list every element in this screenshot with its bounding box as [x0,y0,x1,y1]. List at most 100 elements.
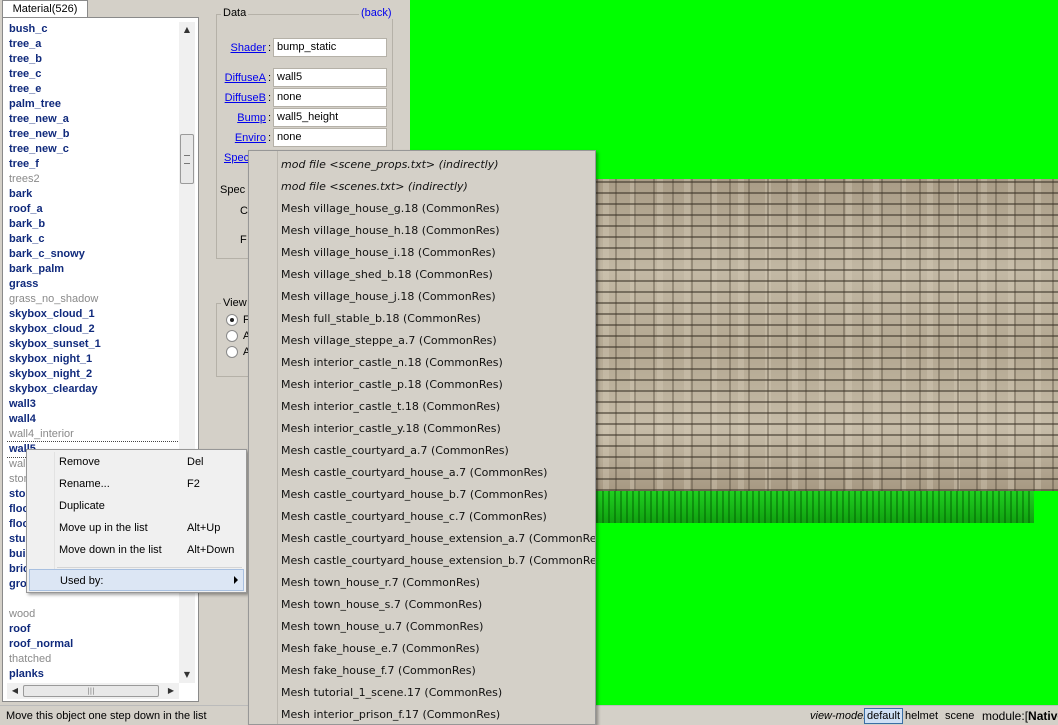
view-radio-3[interactable] [226,346,238,358]
submenu-item[interactable]: Mesh town_house_r.7 (CommonRes) [281,572,480,594]
submenu-item[interactable]: Mesh castle_courtyard_house_extension_a.… [281,528,595,550]
material-list-item[interactable]: grass [7,277,179,292]
menu-item-move-down[interactable]: Move down in the list Alt+Down [29,539,244,561]
view-mode-default-button[interactable]: default [864,708,904,724]
material-list-item[interactable] [7,592,179,607]
back-link[interactable]: (back) [359,7,394,19]
submenu-item[interactable]: Mesh castle_courtyard_house_a.7 (CommonR… [281,462,547,484]
material-list-item[interactable]: tree_b [7,52,179,67]
diffusea-link[interactable]: DiffuseA [216,72,266,84]
diffusea-field[interactable]: wall5 [273,68,387,87]
material-list-item[interactable]: tree_a [7,37,179,52]
submenu-item[interactable]: Mesh interior_castle_y.18 (CommonRes) [281,418,501,440]
menu-item-shortcut: F2 [187,478,200,490]
diffuseb-field[interactable]: none [273,88,387,107]
bump-colon: : [268,112,272,124]
material-list-item[interactable]: skybox_cloud_1 [7,307,179,322]
submenu-item[interactable]: mod file <scenes.txt> (indirectly) [281,176,468,198]
submenu-item[interactable]: Mesh village_house_i.18 (CommonRes) [281,242,496,264]
material-list-item[interactable]: tree_c [7,67,179,82]
material-list-item[interactable]: skybox_sunset_1 [7,337,179,352]
enviro-link[interactable]: Enviro [216,132,266,144]
submenu-item[interactable]: Mesh town_house_s.7 (CommonRes) [281,594,482,616]
c-text: C [240,205,248,217]
submenu-item[interactable]: Mesh fake_house_f.7 (CommonRes) [281,660,476,682]
material-list-item[interactable]: wall4_interior [7,427,179,442]
submenu-item[interactable]: Mesh town_house_u.7 (CommonRes) [281,616,483,638]
material-list-item[interactable]: bark_c [7,232,179,247]
material-list-item[interactable]: wall3 [7,397,179,412]
material-list-item[interactable]: roof_a [7,202,179,217]
material-list-item[interactable]: trees2 [7,172,179,187]
menu-item-shortcut: Del [187,456,204,468]
bump-link[interactable]: Bump [216,112,266,124]
scroll-up-icon[interactable]: ▲ [179,22,195,38]
diffuseb-link[interactable]: DiffuseB [216,92,266,104]
material-list-item[interactable]: bark [7,187,179,202]
submenu-item[interactable]: Mesh village_steppe_a.7 (CommonRes) [281,330,497,352]
view-mode-helmet-button[interactable]: helmet [905,710,938,722]
scroll-down-icon[interactable]: ▼ [179,667,195,683]
submenu-item[interactable]: Mesh tutorial_1_scene.17 (CommonRes) [281,682,502,704]
submenu-item[interactable]: Mesh village_house_j.18 (CommonRes) [281,286,496,308]
material-list-item[interactable]: bush_c [7,22,179,37]
view-radio-2[interactable] [226,330,238,342]
enviro-field[interactable]: none [273,128,387,147]
submenu-item[interactable]: Mesh castle_courtyard_house_extension_b.… [281,550,595,572]
submenu-item[interactable]: Mesh interior_castle_t.18 (CommonRes) [281,396,500,418]
material-list-item[interactable]: bark_c_snowy [7,247,179,262]
material-list-item[interactable]: skybox_cloud_2 [7,322,179,337]
material-list-item[interactable]: skybox_night_1 [7,352,179,367]
material-list-item[interactable]: roof_normal [7,637,179,652]
view-radio-1[interactable] [226,314,238,326]
scroll-right-icon[interactable]: ▶ [163,683,179,699]
material-list-item[interactable]: planks [7,667,179,682]
material-list-item[interactable]: tree_e [7,82,179,97]
material-list-item[interactable]: tree_f [7,157,179,172]
material-list-item[interactable]: tree_new_b [7,127,179,142]
material-list-item[interactable]: palm_tree [7,97,179,112]
vertical-scroll-thumb[interactable] [180,134,194,184]
menu-item-move-up[interactable]: Move up in the list Alt+Up [29,517,244,539]
bump-field[interactable]: wall5_height [273,108,387,127]
material-list-item[interactable]: wood [7,607,179,622]
material-list-item[interactable]: skybox_clearday [7,382,179,397]
module-indicator: module:[Native [982,709,1058,723]
material-list-item[interactable]: skybox_night_2 [7,367,179,382]
submenu-item[interactable]: Mesh village_shed_b.18 (CommonRes) [281,264,493,286]
material-list-item[interactable]: thatched [7,652,179,667]
submenu-item[interactable]: Mesh fake_house_e.7 (CommonRes) [281,638,480,660]
submenu-item[interactable]: Mesh castle_courtyard_house_c.7 (CommonR… [281,506,547,528]
view-group-title: View [221,297,249,309]
material-list-item[interactable]: tree_new_a [7,112,179,127]
horizontal-scrollbar[interactable]: ◀ ||| ▶ [7,683,179,699]
menu-item-rename[interactable]: Rename... F2 [29,473,244,495]
shader-link[interactable]: Shader [216,42,266,54]
material-list-item[interactable]: roof [7,622,179,637]
submenu-item[interactable]: mod file <scene_props.txt> (indirectly) [281,154,499,176]
used-by-submenu: mod file <scene_props.txt> (indirectly) m… [248,150,596,725]
horizontal-scroll-thumb[interactable]: ||| [23,685,159,697]
submenu-item[interactable]: Mesh interior_prison_f.17 (CommonRes) [281,704,500,724]
menu-item-remove[interactable]: Remove Del [29,451,244,473]
submenu-item[interactable]: Mesh interior_castle_n.18 (CommonRes) [281,352,503,374]
submenu-item[interactable]: Mesh interior_castle_p.18 (CommonRes) [281,374,503,396]
material-list-item[interactable]: bark_b [7,217,179,232]
menu-item-used-by[interactable]: Used by: [29,569,244,591]
material-list-item[interactable]: grass_no_shadow [7,292,179,307]
material-list-item[interactable]: tree_new_c [7,142,179,157]
scroll-left-icon[interactable]: ◀ [7,683,23,699]
submenu-item[interactable]: Mesh castle_courtyard_house_b.7 (CommonR… [281,484,548,506]
tab-material[interactable]: Material(526) [2,0,88,18]
material-list-item[interactable]: wall4 [7,412,179,427]
submenu-item[interactable]: Mesh full_stable_b.18 (CommonRes) [281,308,481,330]
submenu-item[interactable]: Mesh village_house_g.18 (CommonRes) [281,198,500,220]
shader-field[interactable]: bump_static [273,38,387,57]
menu-separator [57,567,242,568]
menu-item-duplicate[interactable]: Duplicate [29,495,244,517]
view-mode-label: view-mode: [810,710,867,722]
view-mode-scene-button[interactable]: scene [945,710,974,722]
material-list-item[interactable]: bark_palm [7,262,179,277]
submenu-item[interactable]: Mesh village_house_h.18 (CommonRes) [281,220,500,242]
submenu-item[interactable]: Mesh castle_courtyard_a.7 (CommonRes) [281,440,509,462]
